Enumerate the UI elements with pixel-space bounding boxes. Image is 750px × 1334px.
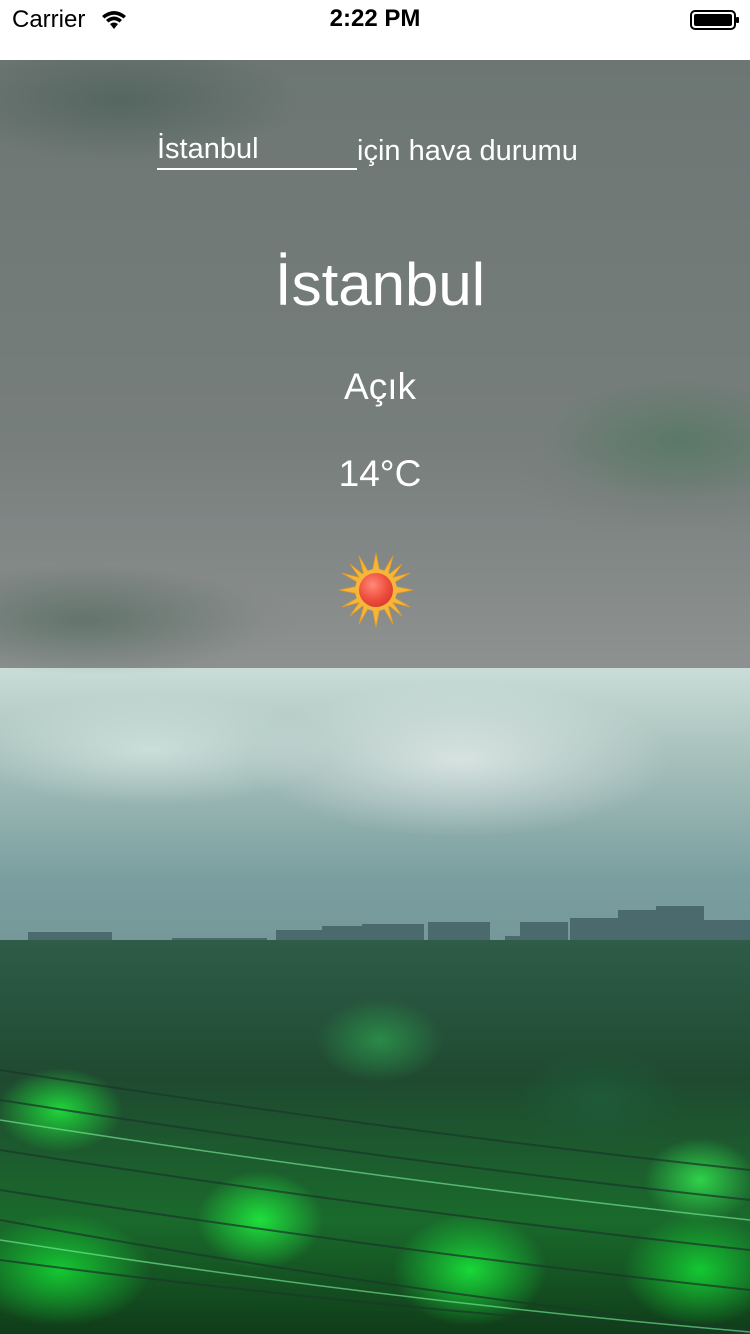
weather-panel: için hava durumu İstanbul Açık 14°C xyxy=(0,60,750,668)
power-lines xyxy=(0,1069,750,1334)
status-bar: Carrier 2:22 PM xyxy=(0,0,750,60)
search-suffix-label: için hava durumu xyxy=(357,135,578,167)
weather-condition: Açık xyxy=(344,366,416,407)
sun-icon xyxy=(339,553,413,627)
city-search-row: için hava durumu xyxy=(157,130,578,170)
battery-icon xyxy=(690,10,739,30)
city-input[interactable] xyxy=(157,130,357,170)
city-name: İstanbul xyxy=(274,251,486,318)
temperature: 14°C xyxy=(338,453,422,494)
weather-screen: Carrier 2:22 PM için hava durumu İstanbu… xyxy=(0,0,750,1334)
status-time: 2:22 PM xyxy=(329,5,421,32)
